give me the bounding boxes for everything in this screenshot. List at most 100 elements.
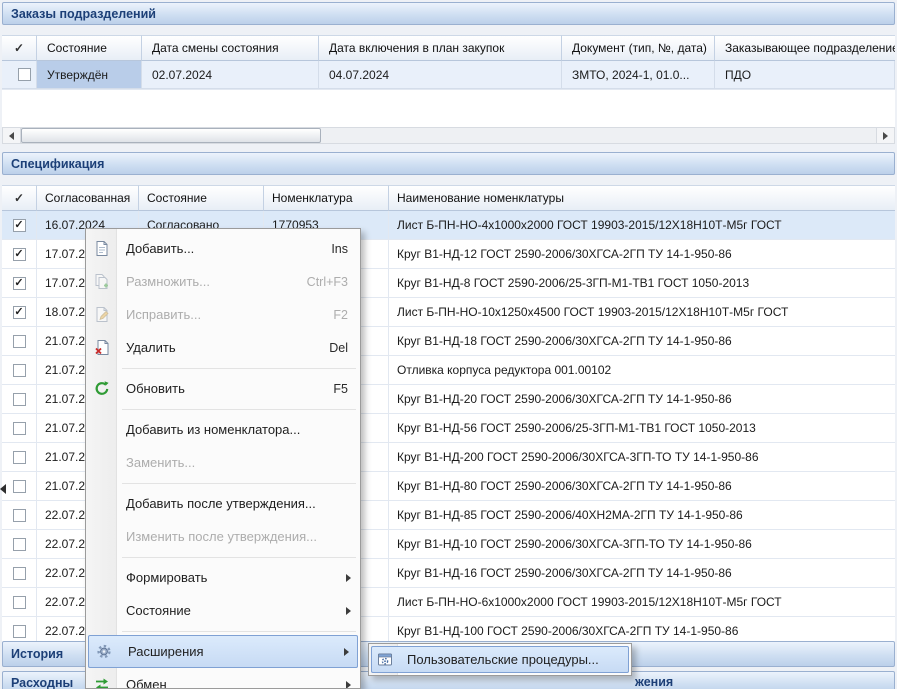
- cell-name[interactable]: Круг В1-НД-80 ГОСТ 2590-2006/30ХГСА-2ГП …: [389, 472, 895, 500]
- menu-item-duplicate[interactable]: Размножить... Ctrl+F3: [86, 265, 360, 298]
- menu-item-edit-after-approval[interactable]: Изменить после утверждения...: [86, 520, 360, 553]
- check-all-icon: ✓: [14, 191, 24, 205]
- scroll-left-arrow-icon: [9, 132, 14, 140]
- orders-column-header-document[interactable]: Документ (тип, №, дата): [562, 35, 715, 61]
- scroll-left-button[interactable]: [3, 128, 21, 143]
- orders-grid-empty-area: [2, 90, 895, 128]
- row-checkbox[interactable]: [18, 68, 31, 81]
- row-checkbox[interactable]: ✓: [13, 306, 26, 319]
- row-checkbox[interactable]: [13, 393, 26, 406]
- cell-name[interactable]: Круг В1-НД-8 ГОСТ 2590-2006/25-3ГП-М1-ТВ…: [389, 269, 895, 297]
- submenu-arrow-icon: [346, 681, 351, 689]
- row-checkbox[interactable]: [13, 422, 26, 435]
- menu-item-add[interactable]: Добавить... Ins: [86, 232, 360, 265]
- row-checkbox[interactable]: [13, 538, 26, 551]
- splitter-collapse-arrow-icon[interactable]: [0, 484, 6, 494]
- menu-item-add-from-nomenclator[interactable]: Добавить из номенклатора...: [86, 413, 360, 446]
- menu-separator: [86, 553, 360, 561]
- orders-column-header-department[interactable]: Заказывающее подразделение: [715, 35, 895, 61]
- menu-item-edit[interactable]: Исправить... F2: [86, 298, 360, 331]
- cell-name[interactable]: Круг В1-НД-200 ГОСТ 2590-2006/30ХГСА-3ГП…: [389, 443, 895, 471]
- row-checkbox[interactable]: [13, 364, 26, 377]
- orders-column-header-check[interactable]: ✓: [2, 35, 37, 61]
- application-window: Заказы подразделений ✓ Состояние Дата см…: [0, 0, 897, 689]
- menu-item-extensions[interactable]: Расширения: [88, 635, 358, 668]
- submenu-item-label: Пользовательские процедуры...: [407, 652, 599, 667]
- row-checkbox[interactable]: [13, 480, 26, 493]
- orders-horizontal-scrollbar[interactable]: [2, 127, 895, 144]
- cell-name[interactable]: Лист Б-ПН-НО-4х1000х2000 ГОСТ 19903-2015…: [389, 211, 895, 239]
- menu-separator: [86, 364, 360, 372]
- spec-column-header-check[interactable]: ✓: [2, 185, 37, 211]
- delete-document-icon: [93, 339, 110, 356]
- orders-cell-state-date[interactable]: 02.07.2024: [142, 61, 319, 89]
- cell-name[interactable]: Отливка корпуса редуктора 001.00102: [389, 356, 895, 384]
- row-checkbox[interactable]: [13, 567, 26, 580]
- orders-cell-state[interactable]: Утверждён: [37, 61, 142, 89]
- cell-name[interactable]: Круг В1-НД-18 ГОСТ 2590-2006/30ХГСА-2ГП …: [389, 327, 895, 355]
- spec-panel-title: Спецификация: [11, 157, 104, 171]
- scroll-right-button[interactable]: [876, 128, 894, 143]
- spec-column-header-state[interactable]: Состояние: [139, 185, 264, 211]
- cell-name[interactable]: Круг В1-НД-56 ГОСТ 2590-2006/25-3ГП-М1-Т…: [389, 414, 895, 442]
- spec-column-header-nomenclature[interactable]: Номенклатура: [264, 185, 389, 211]
- orders-column-header-state-date[interactable]: Дата смены состояния: [142, 35, 319, 61]
- row-checkbox[interactable]: [13, 451, 26, 464]
- cell-name[interactable]: Лист Б-ПН-НО-6х1000х2000 ГОСТ 19903-2015…: [389, 588, 895, 616]
- menu-item-exchange[interactable]: Обмен: [86, 668, 360, 689]
- menu-item-refresh[interactable]: Обновить F5: [86, 372, 360, 405]
- row-checkbox[interactable]: [13, 335, 26, 348]
- submenu-arrow-icon: [346, 574, 351, 582]
- orders-cell-department[interactable]: ПДО: [715, 61, 895, 89]
- cell-name[interactable]: Круг В1-НД-16 ГОСТ 2590-2006/30ХГСА-2ГП …: [389, 559, 895, 587]
- orders-panel-header[interactable]: Заказы подразделений: [2, 2, 895, 25]
- context-menu: Добавить... Ins Размножить... Ctrl+F3 Ис…: [85, 228, 361, 689]
- user-procedures-icon: [376, 651, 393, 668]
- orders-grid-header: ✓ Состояние Дата смены состояния Дата вк…: [2, 35, 895, 61]
- menu-item-replace[interactable]: Заменить...: [86, 446, 360, 479]
- expense-panel-title-left: Расходны: [11, 676, 73, 689]
- menu-item-form[interactable]: Формировать: [86, 561, 360, 594]
- cell-name[interactable]: Круг В1-НД-85 ГОСТ 2590-2006/40ХН2МА-2ГП…: [389, 501, 895, 529]
- orders-row-checkbox-cell: [2, 61, 37, 89]
- submenu-arrow-icon: [344, 648, 349, 656]
- orders-table-row[interactable]: Утверждён 02.07.2024 04.07.2024 ЗМТО, 20…: [2, 61, 895, 90]
- cell-name[interactable]: Круг В1-НД-20 ГОСТ 2590-2006/30ХГСА-2ГП …: [389, 385, 895, 413]
- spec-column-header-agreed-date[interactable]: Согласованная: [37, 185, 139, 211]
- spec-grid-header: ✓ Согласованная Состояние Номенклатура Н…: [2, 185, 895, 211]
- spec-column-header-name[interactable]: Наименование номенклатуры: [389, 185, 895, 211]
- expense-panel-title-fragment: жения: [635, 675, 673, 689]
- submenu-arrow-icon: [346, 607, 351, 615]
- extensions-submenu: Пользовательские процедуры...: [368, 643, 632, 676]
- scrollbar-thumb[interactable]: [21, 128, 321, 143]
- row-checkbox[interactable]: [13, 509, 26, 522]
- row-checkbox[interactable]: [13, 596, 26, 609]
- menu-separator: [86, 479, 360, 487]
- orders-column-header-state[interactable]: Состояние: [37, 35, 142, 61]
- row-checkbox[interactable]: [13, 625, 26, 638]
- new-document-icon: [93, 240, 110, 257]
- cell-name[interactable]: Круг В1-НД-12 ГОСТ 2590-2006/30ХГСА-2ГП …: [389, 240, 895, 268]
- row-checkbox[interactable]: ✓: [13, 277, 26, 290]
- orders-column-header-plan-date[interactable]: Дата включения в план закупок: [319, 35, 562, 61]
- edit-pencil-icon: [93, 306, 110, 323]
- cell-name[interactable]: Лист Б-ПН-НО-10х1250х4500 ГОСТ 19903-201…: [389, 298, 895, 326]
- menu-item-state[interactable]: Состояние: [86, 594, 360, 627]
- submenu-item-user-procedures[interactable]: Пользовательские процедуры...: [371, 646, 629, 673]
- refresh-icon: [93, 380, 110, 397]
- check-all-icon: ✓: [14, 41, 24, 55]
- orders-cell-plan-date[interactable]: 04.07.2024: [319, 61, 562, 89]
- spec-panel-header[interactable]: Спецификация: [2, 152, 895, 175]
- menu-separator: [86, 627, 360, 635]
- menu-item-add-after-approval[interactable]: Добавить после утверждения...: [86, 487, 360, 520]
- menu-separator: [86, 405, 360, 413]
- menu-item-delete[interactable]: Удалить Del: [86, 331, 360, 364]
- scroll-right-arrow-icon: [883, 132, 888, 140]
- row-checkbox[interactable]: ✓: [13, 219, 26, 232]
- history-panel-title: История: [11, 647, 63, 661]
- orders-panel-title: Заказы подразделений: [11, 7, 156, 21]
- orders-cell-document[interactable]: ЗМТО, 2024-1, 01.0...: [562, 61, 715, 89]
- row-checkbox[interactable]: ✓: [13, 248, 26, 261]
- cell-name[interactable]: Круг В1-НД-10 ГОСТ 2590-2006/30ХГСА-3ГП-…: [389, 530, 895, 558]
- duplicate-icon: [93, 273, 110, 290]
